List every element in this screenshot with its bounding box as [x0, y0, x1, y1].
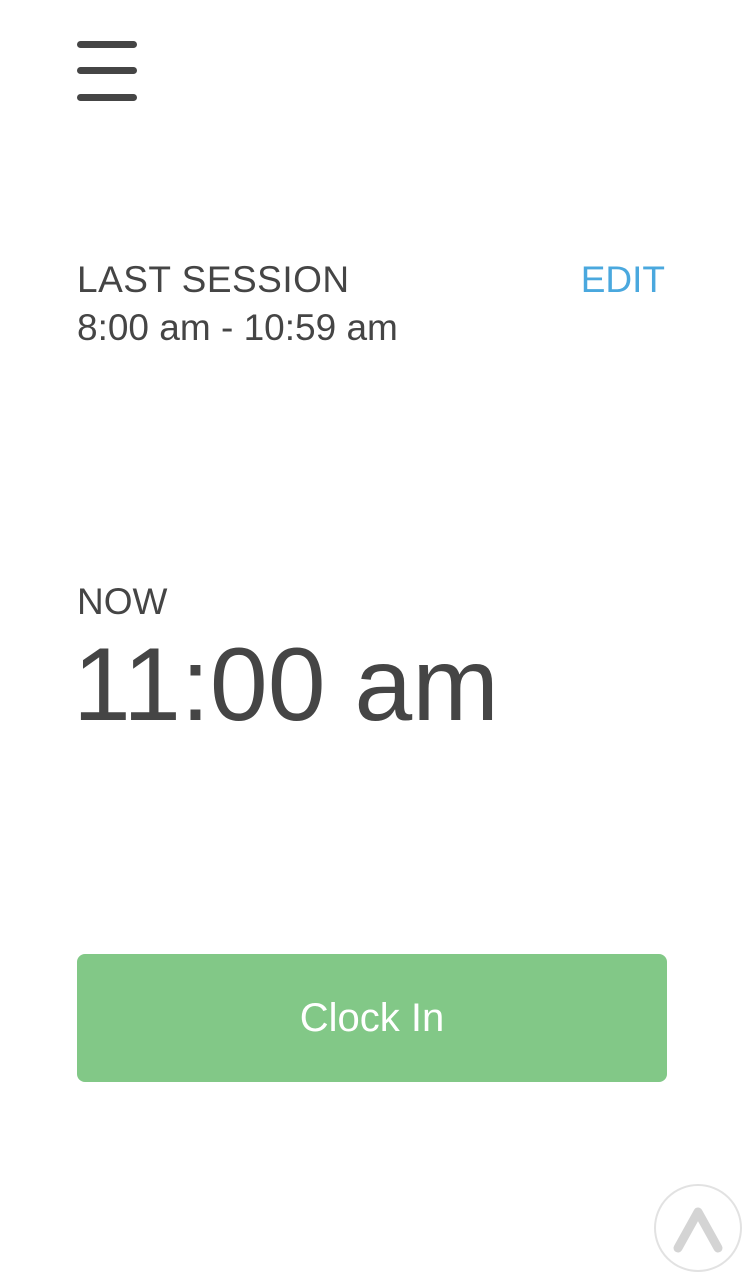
scroll-to-top-button[interactable] — [654, 1184, 742, 1272]
last-session-label: LAST SESSION — [77, 259, 350, 300]
hamburger-menu-icon — [77, 41, 137, 48]
hamburger-menu-icon-bar — [77, 67, 137, 74]
last-session-range: 8:00 am - 10:59 am — [77, 307, 398, 348]
now-label: NOW — [77, 581, 168, 622]
clock-in-button[interactable]: Clock In — [77, 954, 667, 1082]
edit-session-link[interactable]: EDIT — [581, 258, 665, 302]
current-time: 11:00 am — [73, 627, 499, 743]
hamburger-menu-icon-bar — [77, 94, 137, 101]
menu-button[interactable] — [72, 36, 144, 108]
chevron-up-icon — [673, 1207, 723, 1253]
